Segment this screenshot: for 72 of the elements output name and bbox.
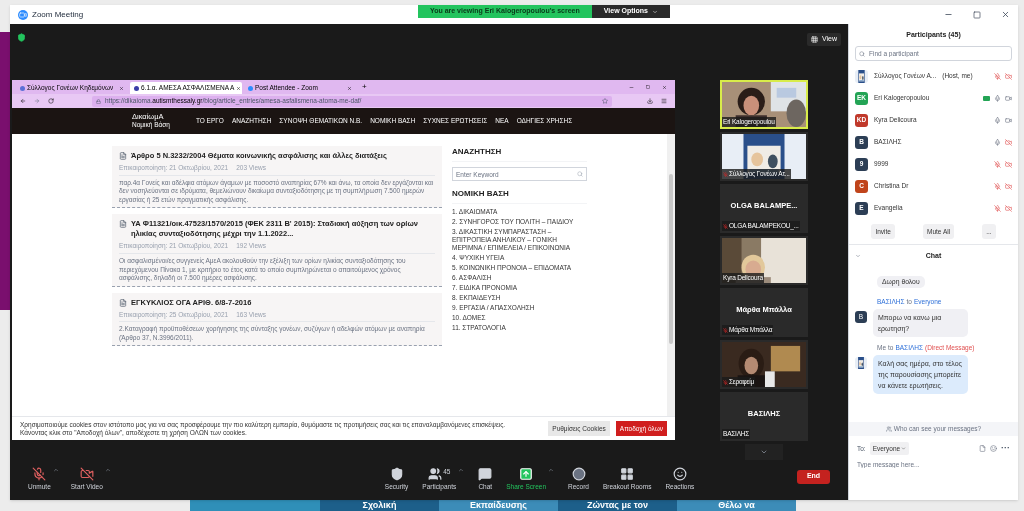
close-icon[interactable] bbox=[1001, 10, 1010, 19]
close-icon[interactable] bbox=[347, 85, 352, 91]
desktop-tile[interactable] bbox=[190, 500, 320, 511]
muted-mic-icon bbox=[32, 467, 47, 482]
share-screen-icon bbox=[519, 467, 534, 482]
more-button[interactable]: ··· bbox=[1001, 443, 1010, 453]
lock-icon bbox=[96, 98, 101, 104]
download-icon[interactable] bbox=[647, 98, 653, 104]
document-icon bbox=[119, 220, 127, 229]
mic-icon bbox=[994, 138, 1001, 146]
muted-mic-icon bbox=[723, 223, 728, 229]
desktop-tile[interactable]: Εκπαίδευσης bbox=[439, 500, 558, 511]
mic-icon bbox=[994, 94, 1001, 102]
new-tab-button[interactable]: + bbox=[358, 81, 371, 93]
collapse-icon[interactable] bbox=[855, 253, 861, 259]
sidebar-heading: ΑΝΑΖΗΤΗΣΗ bbox=[452, 146, 587, 162]
scrollbar-thumb[interactable] bbox=[669, 174, 673, 344]
muted-mic-icon bbox=[723, 379, 728, 385]
document-icon bbox=[119, 298, 127, 307]
document-icon bbox=[119, 152, 127, 160]
grid-icon bbox=[620, 467, 635, 482]
file-icon[interactable] bbox=[979, 444, 986, 452]
search-icon[interactable] bbox=[577, 171, 583, 177]
close-icon[interactable] bbox=[236, 85, 242, 91]
mic-icon bbox=[994, 116, 1001, 124]
window-title: Zoom Meeting bbox=[32, 8, 84, 21]
caret-icon bbox=[901, 445, 907, 451]
video-off-icon bbox=[79, 467, 94, 482]
camera-icon bbox=[1005, 116, 1012, 124]
video-off-icon bbox=[1005, 72, 1012, 80]
record-icon bbox=[571, 467, 586, 482]
app-logo-icon bbox=[18, 9, 28, 20]
reload-icon[interactable] bbox=[48, 98, 54, 104]
grid-icon bbox=[810, 35, 818, 43]
caret-icon bbox=[651, 8, 658, 15]
back-icon[interactable] bbox=[20, 98, 26, 104]
sidebar-heading: ΝΟΜΙΚΗ ΒΑΣΗ bbox=[452, 188, 587, 204]
muted-mic-icon bbox=[994, 160, 1001, 168]
minimize-icon[interactable] bbox=[629, 84, 634, 90]
forward-icon[interactable] bbox=[34, 98, 40, 104]
close-icon[interactable] bbox=[662, 84, 667, 90]
security-shield-icon bbox=[17, 33, 26, 42]
muted-mic-icon bbox=[994, 182, 1001, 190]
maximize-icon[interactable] bbox=[646, 84, 650, 89]
bookmark-star-icon[interactable] bbox=[602, 98, 608, 104]
caret-icon[interactable] bbox=[104, 467, 111, 474]
muted-mic-icon bbox=[994, 72, 1001, 80]
video-off-icon bbox=[1005, 204, 1012, 212]
shield-icon bbox=[389, 467, 404, 482]
muted-mic-icon bbox=[994, 204, 1001, 212]
maximize-icon[interactable] bbox=[973, 10, 981, 19]
caret-icon[interactable] bbox=[52, 467, 59, 474]
people-icon bbox=[885, 425, 892, 432]
muted-mic-icon bbox=[723, 327, 728, 333]
close-icon[interactable] bbox=[119, 85, 124, 91]
chevron-down-icon bbox=[760, 448, 768, 456]
caret-icon[interactable] bbox=[548, 467, 554, 474]
video-off-icon bbox=[1005, 138, 1012, 146]
desktop-tile[interactable]: Ζώντας με τον bbox=[558, 500, 677, 511]
video-off-icon bbox=[1005, 182, 1012, 190]
search-icon bbox=[859, 50, 865, 57]
menu-icon[interactable] bbox=[661, 98, 667, 104]
camera-icon bbox=[1005, 94, 1012, 102]
chat-icon bbox=[478, 467, 493, 482]
caret-icon[interactable] bbox=[458, 467, 465, 474]
emoji-icon[interactable] bbox=[990, 444, 997, 452]
desktop-tile[interactable]: Σχολική bbox=[320, 500, 439, 511]
desktop-tile[interactable]: Θέλω να bbox=[677, 500, 796, 511]
smiley-icon bbox=[672, 467, 687, 482]
muted-mic-icon bbox=[723, 171, 728, 177]
people-icon bbox=[428, 467, 443, 482]
video-off-icon bbox=[1005, 160, 1012, 168]
